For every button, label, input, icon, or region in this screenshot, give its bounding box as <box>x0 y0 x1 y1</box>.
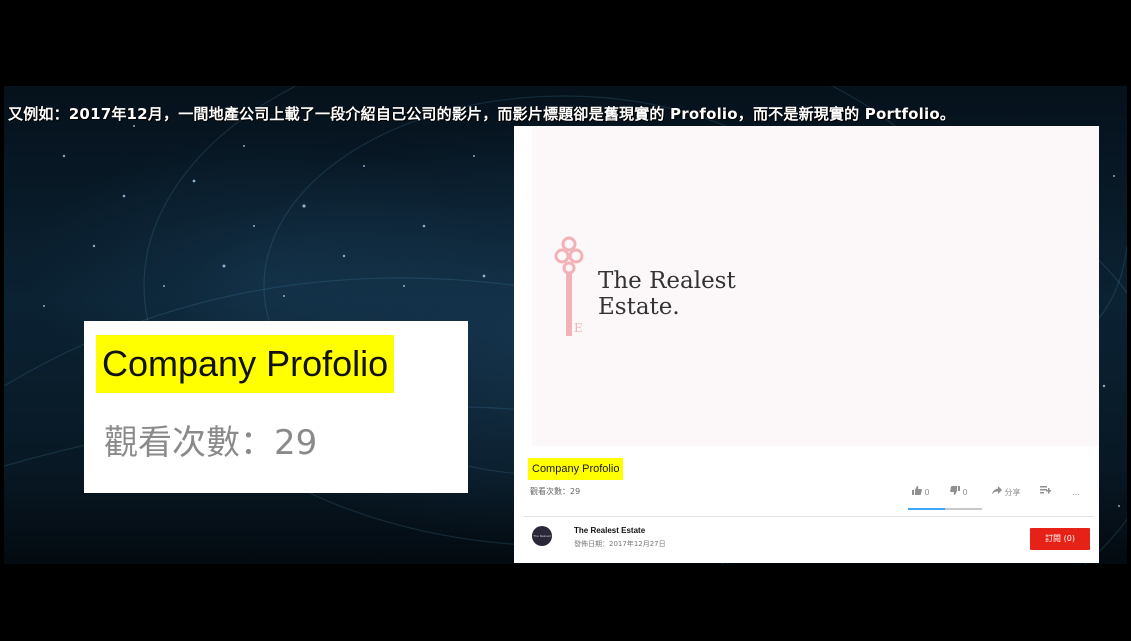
publish-date: 發佈日期：2017年12月27日 <box>574 540 666 548</box>
view-count: 觀看次數：29 <box>530 487 581 496</box>
share-icon <box>992 486 1002 495</box>
dislike-count: 0 <box>962 488 968 497</box>
share-button[interactable]: 分享 <box>992 486 1021 500</box>
zoomed-title-callout: Company Profolio 觀看次數：29 <box>84 321 468 493</box>
callout-view-count: 觀看次數：29 <box>104 423 318 463</box>
channel-name[interactable]: The Realest Estate <box>574 526 645 535</box>
sentiment-bar-fill <box>908 508 945 510</box>
video-title: Company Profolio <box>528 458 624 480</box>
callout-video-title: Company Profolio <box>96 335 395 393</box>
add-to-playlist-icon <box>1040 486 1051 494</box>
action-bar: 0 0 分享 … <box>912 486 1092 500</box>
key-letter: E <box>574 321 583 335</box>
logo-text: The Realest Estate. <box>598 268 736 320</box>
divider <box>524 516 1094 517</box>
channel-avatar[interactable]: The Realest Estate <box>532 526 552 546</box>
add-to-playlist-button[interactable] <box>1040 486 1051 500</box>
more-icon: … <box>1072 488 1080 497</box>
more-button[interactable]: … <box>1072 486 1080 500</box>
key-icon: E <box>554 236 584 336</box>
like-count: 0 <box>924 488 930 497</box>
dislike-button[interactable]: 0 <box>950 486 968 500</box>
thumbs-up-icon <box>912 486 922 495</box>
share-label: 分享 <box>1004 488 1021 497</box>
logo-text-line1: The Realest <box>598 268 736 294</box>
caption-subtitle: 又例如：2017年12月，一間地產公司上載了一段介紹自己公司的影片，而影片標題卻… <box>8 105 956 123</box>
subscribe-button[interactable]: 訂閱 (0) <box>1030 528 1090 550</box>
thumbs-down-icon <box>950 486 960 495</box>
video-player[interactable]: E The Realest Estate. <box>532 126 1099 446</box>
like-button[interactable]: 0 <box>912 486 930 500</box>
logo-text-line2: Estate. <box>598 294 680 320</box>
video-frame: 又例如：2017年12月，一間地產公司上載了一段介紹自己公司的影片，而影片標題卻… <box>0 0 1131 641</box>
sentiment-bar <box>908 508 982 510</box>
video-page-screenshot: E The Realest Estate. Company Profolio 觀… <box>514 126 1099 563</box>
